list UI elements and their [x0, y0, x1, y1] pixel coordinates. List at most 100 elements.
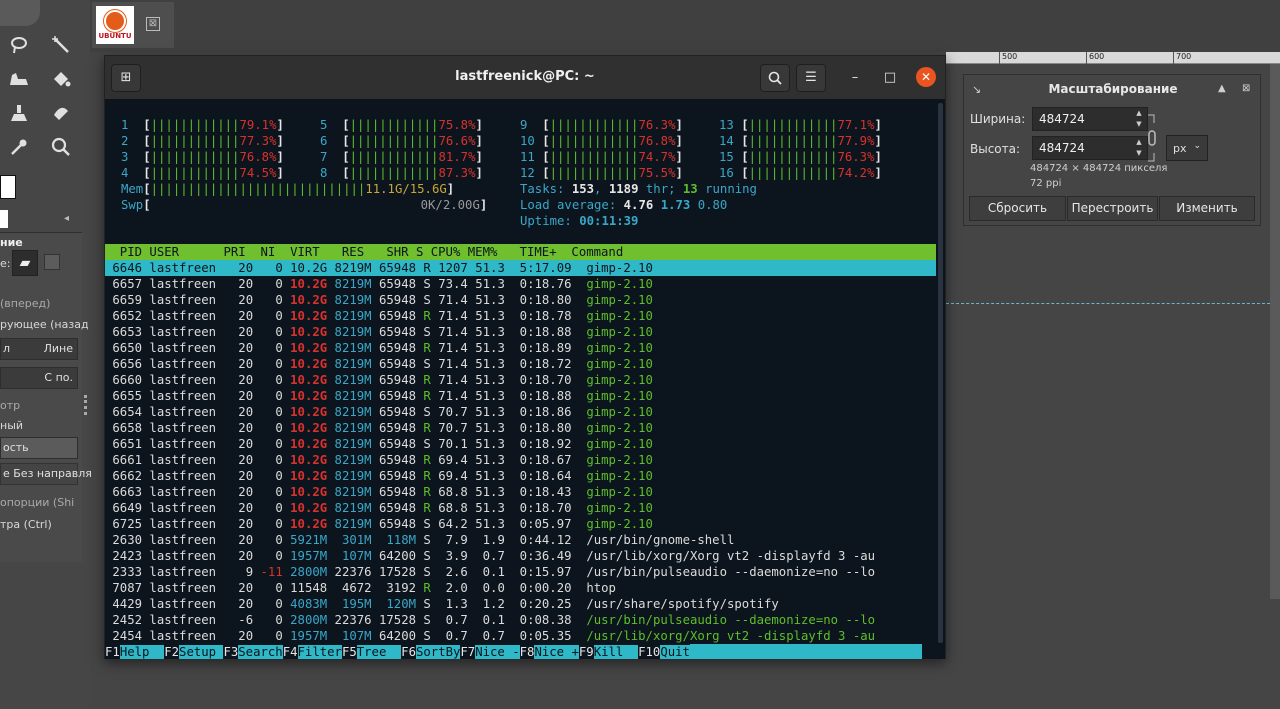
lasso-icon[interactable]: [6, 32, 32, 58]
htop-screen[interactable]: 1 [||||||||||||79.1%] 2 [||||||||||||77.3…: [105, 99, 945, 659]
foreground-color-swatch[interactable]: [0, 175, 16, 199]
process-cpu-percent: 1207: [430, 261, 468, 275]
process-user: lastfreen: [142, 565, 217, 579]
bucket-fill-icon[interactable]: [48, 66, 74, 92]
process-row[interactable]: 6658 lastfreen 20 0 10.2G 8219M 65948 R …: [105, 420, 936, 436]
panel-menu-icon[interactable]: ◂: [64, 213, 69, 224]
process-row[interactable]: 6646 lastfreen 20 0 10.2G 8219M 65948 R …: [105, 260, 936, 276]
process-priority: 20: [216, 341, 254, 355]
dialog-close-icon[interactable]: ⊠: [1242, 83, 1250, 94]
process-row[interactable]: 6650 lastfreen 20 0 10.2G 8219M 65948 R …: [105, 340, 936, 356]
cpu-number: 6: [320, 134, 343, 148]
color-picker-icon[interactable]: [6, 134, 32, 160]
width-field[interactable]: 484724 ▲ ▼: [1032, 107, 1148, 131]
smudge-icon[interactable]: [6, 66, 32, 92]
cpu-number: 13: [719, 118, 742, 132]
fkey-f2[interactable]: F2Setup: [164, 645, 224, 659]
process-row[interactable]: 2454 lastfreen 20 0 1957M 107M 64200 S 0…: [105, 628, 936, 644]
metric-select[interactable]: С по.: [0, 367, 78, 389]
process-command: /usr/lib/xorg/Xorg vt2 -displayfd 3 -au: [571, 629, 876, 643]
vertical-scrollbar[interactable]: [1270, 64, 1280, 599]
dialog-collapse-icon[interactable]: ▲: [1218, 83, 1226, 94]
rebuild-button[interactable]: Перестроить: [1067, 196, 1158, 221]
panel-resize-handle[interactable]: [84, 395, 87, 415]
fkey-f1[interactable]: F1Help: [105, 645, 165, 659]
mode-button-icon[interactable]: ▰: [12, 250, 38, 276]
fuzzy-select-icon[interactable]: [48, 32, 74, 58]
fkey-f4[interactable]: F4Filter: [282, 645, 342, 659]
reset-button[interactable]: Сбросить: [969, 196, 1066, 221]
process-row[interactable]: 6652 lastfreen 20 0 10.2G 8219M 65948 R …: [105, 308, 936, 324]
height-increment-icon[interactable]: ▲: [1133, 138, 1145, 147]
fkey-f8[interactable]: F8Nice +: [519, 645, 579, 659]
process-time: 0:05.35: [504, 629, 572, 643]
process-mem-percent: 51.3: [467, 325, 505, 339]
process-cpu-percent: 3.9: [430, 549, 468, 563]
close-icon[interactable]: ✕: [916, 67, 936, 87]
fkey-f5[interactable]: F5Tree: [341, 645, 402, 659]
process-row[interactable]: 2423 lastfreen 20 0 1957M 107M 64200 S 3…: [105, 548, 936, 564]
process-row[interactable]: 4429 lastfreen 20 0 4083M 195M 120M S 1.…: [105, 596, 936, 612]
height-field[interactable]: 484724 ▲ ▼: [1032, 136, 1148, 160]
process-row[interactable]: 6655 lastfreen 20 0 10.2G 8219M 65948 R …: [105, 388, 936, 404]
process-row[interactable]: 2452 lastfreen -6 0 2800M 22376 17528 S …: [105, 612, 936, 628]
cpu-meter-3: 3 [||||||||||||76.8%]: [121, 150, 284, 164]
process-row[interactable]: 2630 lastfreen 20 0 5921M 301M 118M S 7.…: [105, 532, 936, 548]
image-tab[interactable]: UBUNTU ⊠: [92, 2, 174, 48]
process-row[interactable]: 6660 lastfreen 20 0 10.2G 8219M 65948 R …: [105, 372, 936, 388]
load-15: 0.80: [697, 198, 728, 212]
clone-icon[interactable]: [6, 100, 32, 126]
fkey-f7[interactable]: F7Nice -: [460, 645, 520, 659]
cpu-meter-14: 14 [||||||||||||77.9%]: [719, 134, 882, 148]
heal-icon[interactable]: [48, 100, 74, 126]
process-user: lastfreen: [142, 453, 217, 467]
process-priority: 20: [216, 533, 254, 547]
fkey-f10[interactable]: F10Quit: [638, 645, 690, 659]
process-command: gimp-2.10: [571, 469, 653, 483]
mode-alt-icon[interactable]: [44, 254, 60, 270]
option-row-highlight[interactable]: ость: [0, 437, 78, 459]
maximize-icon[interactable]: □: [880, 68, 900, 88]
background-color-swatch[interactable]: [0, 210, 8, 228]
process-row[interactable]: 6662 lastfreen 20 0 10.2G 8219M 65948 R …: [105, 468, 936, 484]
process-pid: 6660: [105, 373, 143, 387]
process-row[interactable]: 7087 lastfreen 20 0 11548 4672 3192 R 2.…: [105, 580, 936, 596]
process-row[interactable]: 6654 lastfreen 20 0 10.2G 8219M 65948 S …: [105, 404, 936, 420]
process-shr: 65948: [371, 357, 416, 371]
process-nice: 0: [253, 501, 283, 515]
process-row[interactable]: 6725 lastfreen 20 0 10.2G 8219M 65948 S …: [105, 516, 936, 532]
direction-select[interactable]: е Без направля: [0, 463, 92, 485]
process-row[interactable]: 6656 lastfreen 20 0 10.2G 8219M 65948 S …: [105, 356, 936, 372]
width-increment-icon[interactable]: ▲: [1133, 109, 1145, 118]
fkey-f6[interactable]: F6SortBy: [401, 645, 461, 659]
fkey-f3[interactable]: F3Search: [223, 645, 283, 659]
process-row[interactable]: 6653 lastfreen 20 0 10.2G 8219M 65948 S …: [105, 324, 936, 340]
terminal-scrollbar[interactable]: [938, 103, 943, 643]
process-row[interactable]: 6661 lastfreen 20 0 10.2G 8219M 65948 R …: [105, 452, 936, 468]
process-row[interactable]: 6651 lastfreen 20 0 10.2G 8219M 65948 S …: [105, 436, 936, 452]
zoom-icon[interactable]: [48, 134, 74, 160]
close-tab-icon[interactable]: ⊠: [146, 17, 160, 31]
process-virt: 10.2G: [282, 469, 328, 483]
process-mem-percent: 51.3: [467, 277, 505, 291]
fkey-f9[interactable]: F9Kill: [578, 645, 639, 659]
swp-label: Swp: [121, 198, 144, 212]
process-mem-percent: 0.7: [467, 629, 505, 643]
minimize-icon[interactable]: –: [845, 68, 865, 88]
process-row[interactable]: 6657 lastfreen 20 0 10.2G 8219M 65948 S …: [105, 276, 936, 292]
process-pid: 6646: [105, 261, 143, 275]
hamburger-menu-icon[interactable]: ☰: [796, 64, 826, 92]
process-user: lastfreen: [142, 437, 217, 451]
shape-select[interactable]: л Лине: [0, 338, 78, 360]
width-decrement-icon[interactable]: ▼: [1133, 120, 1145, 129]
process-row[interactable]: 6663 lastfreen 20 0 10.2G 8219M 65948 R …: [105, 484, 936, 500]
unit-select[interactable]: px ⌄: [1166, 135, 1208, 161]
process-row[interactable]: 6649 lastfreen 20 0 10.2G 8219M 65948 R …: [105, 500, 936, 516]
cpu-number: 3: [121, 150, 144, 164]
height-decrement-icon[interactable]: ▼: [1133, 149, 1145, 158]
search-icon[interactable]: [760, 64, 790, 92]
process-table-header[interactable]: PID USER PRI NI VIRT RES SHR S CPU% MEM%…: [105, 244, 936, 260]
change-button[interactable]: Изменить: [1159, 196, 1255, 221]
process-row[interactable]: 2333 lastfreen 9 -11 2800M 22376 17528 S…: [105, 564, 936, 580]
process-row[interactable]: 6659 lastfreen 20 0 10.2G 8219M 65948 S …: [105, 292, 936, 308]
